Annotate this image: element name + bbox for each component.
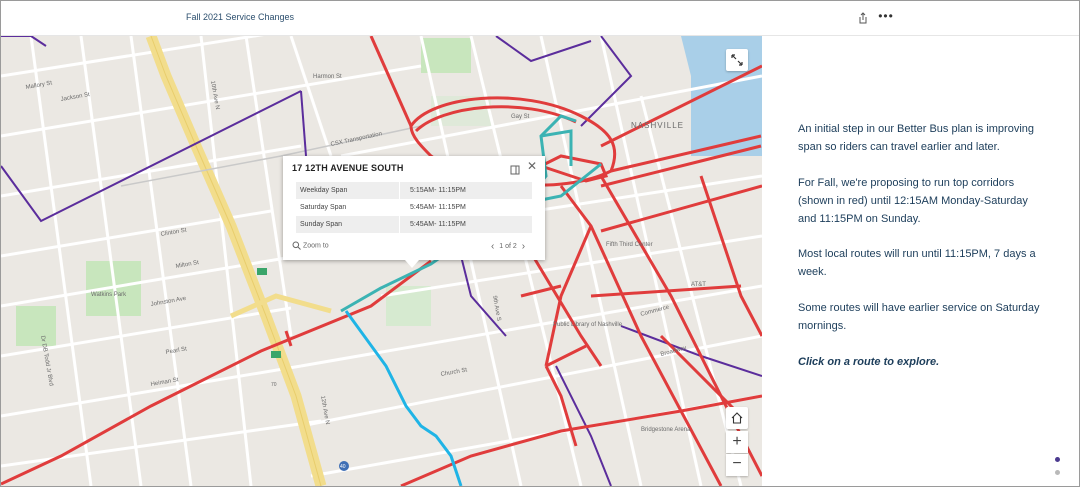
table-row: Weekday Span 5:15AM- 11:15PM [296,182,532,199]
map-label-hwy-40: 40 [340,464,346,470]
expand-icon[interactable] [726,49,748,71]
search-icon [292,241,301,250]
map-label-hwy-70: 70 [271,382,277,388]
zoom-out-button[interactable]: − [726,454,748,476]
table-row: Saturday Span 5:45AM- 11:15PM [296,199,532,216]
panel-call-to-action: Click on a route to explore. [798,356,940,368]
map-label-watkins-park: Watkins Park [91,292,127,298]
map-label-csx: CSX Transportation [330,131,382,148]
prev-page-button[interactable]: ‹ [491,241,494,252]
map-label-church: Church St [440,367,468,378]
row-label: Weekday Span [296,182,400,199]
map-label-library: Public Library of Nashville [553,322,623,328]
story-title: Fall 2021 Service Changes [186,12,295,22]
map-label-pearl: Pearl St [165,346,187,356]
more-options-icon[interactable]: ••• [877,10,895,25]
map-canvas: Mallory St Jackson St Dr DB Todd Jr Blvd… [1,36,762,486]
map-label-att: AT&T [691,282,706,288]
next-page-button[interactable]: › [522,241,525,252]
map-label-bridgestone: Bridgestone Arena [641,427,691,433]
story-panel: An initial step in our Better Bus plan i… [763,36,1079,486]
home-icon[interactable] [726,407,748,429]
map-label-fifth-third: Fifth Third Center [606,242,653,248]
popup-pointer [405,260,419,268]
popup-pager: ‹ 1 of 2 › [491,241,525,252]
panel-paragraph: Some routes will have earlier service on… [798,302,1040,332]
page-indicator: 1 of 2 [499,243,517,250]
close-icon[interactable]: ✕ [527,160,539,172]
route-popup: 17 12TH AVENUE SOUTH ✕ Weekday Span 5:15… [283,156,545,260]
row-value: 5:15AM- 11:15PM [398,182,532,199]
span-table: Weekday Span 5:15AM- 11:15PM Saturday Sp… [296,182,532,233]
map-label-ninth-ave-s: 9th Ave S [491,295,501,321]
panel-paragraph: For Fall, we're proposing to run top cor… [798,177,1028,225]
table-row: Sunday Span 5:45AM- 11:15PM [296,216,532,233]
row-label: Saturday Span [300,204,347,211]
section-nav-dot[interactable] [1055,470,1060,475]
map-label-johnston: Johnston Ave [150,296,187,308]
zoom-to-button[interactable]: Zoom to [292,241,329,250]
share-icon[interactable] [856,11,870,25]
zoom-to-label: Zoom to [303,242,329,250]
panel-paragraph: An initial step in our Better Bus plan i… [798,123,1035,153]
zoom-in-button[interactable]: + [726,431,748,453]
map-label-nashville: NASHVILLE [631,121,684,130]
map-label-tenth-ave: 10th Ave N [209,80,220,110]
row-label: Sunday Span [296,216,400,233]
dock-icon[interactable] [510,162,520,175]
map-label-harmon: Harmon St [313,74,342,80]
section-nav-dot-active[interactable] [1055,457,1060,462]
row-value: 5:45AM- 11:15PM [398,216,532,233]
map-label-milton: Milton St [175,260,199,270]
top-bar: Fall 2021 Service Changes ••• [1,1,1079,36]
row-value: 5:45AM- 11:15PM [398,199,532,216]
map-label-gay-st: Gay St [511,114,530,120]
map-view[interactable]: Mallory St Jackson St Dr DB Todd Jr Blvd… [1,36,762,486]
popup-title: 17 12TH AVENUE SOUTH [292,163,404,173]
map-label-jackson: Jackson St [60,92,90,103]
panel-paragraph: Most local routes will run until 11:15PM… [798,248,1036,278]
